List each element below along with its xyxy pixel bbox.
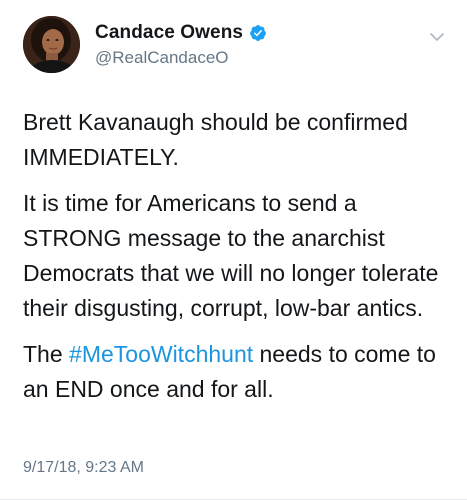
verified-badge-icon [249,24,267,42]
tweet-timestamp[interactable]: 9/17/18, 9:23 AM [23,459,144,477]
chevron-down-icon[interactable] [428,28,446,46]
tweet-text-segment: The [23,341,70,367]
tweet-paragraph: Brett Kavanaugh should be confirmed IMME… [23,109,408,170]
author-display-name[interactable]: Candace Owens [95,22,243,44]
tweet-paragraph: The #MeTooWitchhunt needs to come to an … [23,337,453,407]
author-handle[interactable]: @RealCandaceO [95,48,229,68]
tweet-text: Brett Kavanaugh should be confirmed IMME… [23,105,453,418]
hashtag-link[interactable]: #MeTooWitchhunt [69,341,253,367]
tweet-paragraph: It is time for Americans to send a STRON… [23,190,439,321]
avatar[interactable] [23,16,80,73]
author-name-row: Candace Owens [95,22,267,44]
tweet-card: Candace Owens @RealCandaceO Brett Kavana… [0,0,467,500]
